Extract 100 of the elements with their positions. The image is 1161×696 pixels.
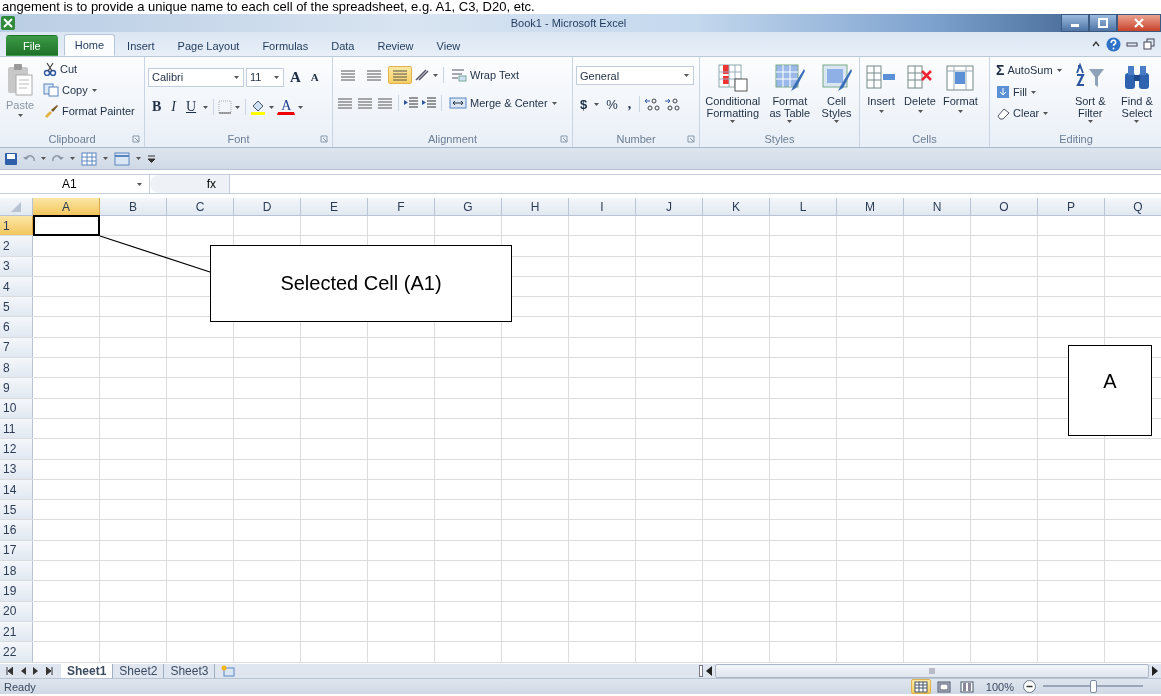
row-header[interactable]: 4 bbox=[0, 276, 33, 297]
ribbon-button[interactable]: Insert bbox=[863, 60, 899, 131]
sheet-tab[interactable]: Sheet3 bbox=[164, 664, 216, 678]
row-header[interactable]: 7 bbox=[0, 337, 33, 358]
table-grid-icon[interactable] bbox=[81, 151, 97, 166]
decrease-indent-icon[interactable] bbox=[403, 96, 419, 110]
column-header[interactable]: G bbox=[435, 198, 502, 216]
format-as-table-icon[interactable] bbox=[773, 63, 806, 93]
split-handle-icon[interactable] bbox=[699, 665, 703, 677]
minimize-window-icon[interactable] bbox=[1126, 39, 1138, 49]
row-header[interactable]: 5 bbox=[0, 297, 33, 317]
row-header[interactable]: 13 bbox=[0, 459, 33, 479]
grow-font-button[interactable]: A bbox=[286, 67, 305, 87]
ribbon-tab[interactable]: View bbox=[425, 35, 472, 56]
ribbon-button[interactable]: Conditional Formatting bbox=[703, 60, 763, 131]
column-header[interactable]: E bbox=[301, 198, 368, 216]
row-header[interactable]: 14 bbox=[0, 479, 33, 500]
fill-color-icon[interactable] bbox=[250, 99, 267, 115]
scroll-right-icon[interactable] bbox=[1151, 666, 1159, 676]
row-header[interactable]: 18 bbox=[0, 561, 33, 581]
fill-button[interactable]: Fill bbox=[993, 83, 1066, 101]
column-header[interactable]: J bbox=[636, 198, 703, 216]
row-header[interactable]: 17 bbox=[0, 540, 33, 561]
number-format-field[interactable]: General bbox=[576, 66, 694, 85]
row-header[interactable]: 16 bbox=[0, 520, 33, 540]
column-header[interactable]: I bbox=[569, 198, 636, 216]
zoom-out-icon[interactable] bbox=[1023, 680, 1036, 693]
font-color-button[interactable]: A bbox=[277, 99, 296, 115]
dialog-launcher-icon[interactable] bbox=[320, 135, 328, 143]
row-header[interactable]: 21 bbox=[0, 621, 33, 642]
ribbon-button[interactable]: Format bbox=[941, 60, 980, 131]
ribbon-tab[interactable]: Review bbox=[366, 35, 425, 56]
help-icon[interactable] bbox=[1106, 36, 1121, 52]
row-header[interactable]: 22 bbox=[0, 642, 33, 662]
normal-view-button[interactable] bbox=[910, 679, 931, 694]
column-header[interactable]: D bbox=[234, 198, 301, 216]
column-header[interactable]: L bbox=[770, 198, 837, 216]
underline-button[interactable]: U bbox=[182, 98, 201, 116]
row-header[interactable]: 6 bbox=[0, 317, 33, 337]
text-orientation-icon[interactable] bbox=[414, 68, 430, 82]
copy-button[interactable]: Copy bbox=[40, 81, 138, 99]
align-center-icon[interactable] bbox=[356, 96, 374, 110]
insert-function-button[interactable]: fx bbox=[205, 176, 217, 192]
bold-button[interactable]: B bbox=[148, 98, 166, 116]
ribbon-button[interactable]: Delete bbox=[902, 60, 938, 131]
autosum-button[interactable]: Σ AutoSum bbox=[993, 60, 1066, 80]
column-header[interactable]: Q bbox=[1105, 198, 1161, 216]
column-header[interactable]: N bbox=[904, 198, 971, 216]
row-header[interactable]: 3 bbox=[0, 256, 33, 276]
row-header[interactable]: 9 bbox=[0, 378, 33, 398]
horizontal-scrollbar-thumb[interactable] bbox=[715, 664, 1149, 678]
minimize-button[interactable] bbox=[1061, 14, 1089, 32]
sheet-tab[interactable]: Sheet1 bbox=[61, 664, 114, 678]
column-header[interactable]: C bbox=[167, 198, 234, 216]
paste-icon[interactable] bbox=[5, 63, 35, 97]
cell-styles-icon[interactable] bbox=[820, 63, 853, 93]
ribbon-tab[interactable]: Insert bbox=[116, 35, 166, 56]
dialog-launcher-icon[interactable] bbox=[132, 135, 140, 143]
cut-button[interactable]: Cut bbox=[40, 60, 138, 78]
comma-button[interactable]: , bbox=[623, 95, 636, 113]
column-header[interactable]: M bbox=[837, 198, 904, 216]
row-header[interactable]: 8 bbox=[0, 358, 33, 378]
ribbon-tab[interactable]: Data bbox=[320, 35, 366, 56]
first-sheet-icon[interactable] bbox=[6, 667, 13, 675]
column-header[interactable]: B bbox=[100, 198, 167, 216]
collapse-ribbon-icon[interactable] bbox=[1091, 39, 1101, 49]
zoom-level[interactable]: 100% bbox=[985, 680, 1014, 693]
row-header[interactable]: 15 bbox=[0, 500, 33, 520]
format-cells-icon[interactable] bbox=[944, 63, 977, 93]
ribbon-tab[interactable]: Home bbox=[63, 34, 116, 56]
increase-indent-icon[interactable] bbox=[421, 96, 437, 110]
last-sheet-icon[interactable] bbox=[46, 667, 53, 675]
next-sheet-icon[interactable] bbox=[33, 667, 39, 675]
ribbon-tab[interactable]: Page Layout bbox=[166, 35, 251, 56]
decrease-decimal-icon[interactable] bbox=[664, 97, 683, 111]
form-icon[interactable] bbox=[114, 151, 130, 166]
shrink-font-button[interactable]: A bbox=[306, 70, 323, 84]
restore-window-icon[interactable] bbox=[1143, 38, 1155, 50]
row-header[interactable]: 1 bbox=[0, 216, 33, 236]
customize-toolbar-icon[interactable] bbox=[147, 154, 156, 163]
borders-icon[interactable] bbox=[218, 100, 233, 114]
column-header[interactable]: P bbox=[1038, 198, 1105, 216]
ribbon-button[interactable]: Cell Styles bbox=[817, 60, 856, 131]
paintbrush-icon[interactable] bbox=[43, 104, 59, 118]
column-header[interactable]: A bbox=[33, 198, 100, 216]
active-cell[interactable] bbox=[33, 215, 100, 237]
row-header[interactable]: 12 bbox=[0, 439, 33, 459]
copy-icon[interactable] bbox=[43, 83, 59, 97]
align-right-icon[interactable] bbox=[376, 96, 394, 110]
dialog-launcher-icon[interactable] bbox=[687, 135, 695, 143]
conditional-formatting-icon[interactable] bbox=[716, 63, 749, 93]
column-header[interactable]: F bbox=[368, 198, 435, 216]
ribbon-button[interactable]: Find & Select bbox=[1114, 60, 1159, 131]
align-left-icon[interactable] bbox=[336, 96, 354, 110]
row-header[interactable]: 19 bbox=[0, 581, 33, 601]
row-header[interactable]: 10 bbox=[0, 398, 33, 418]
column-header[interactable]: K bbox=[703, 198, 770, 216]
format-painter-button[interactable]: Format Painter bbox=[40, 102, 138, 120]
name-box[interactable]: A1 bbox=[0, 175, 150, 193]
previous-sheet-icon[interactable] bbox=[20, 667, 26, 675]
